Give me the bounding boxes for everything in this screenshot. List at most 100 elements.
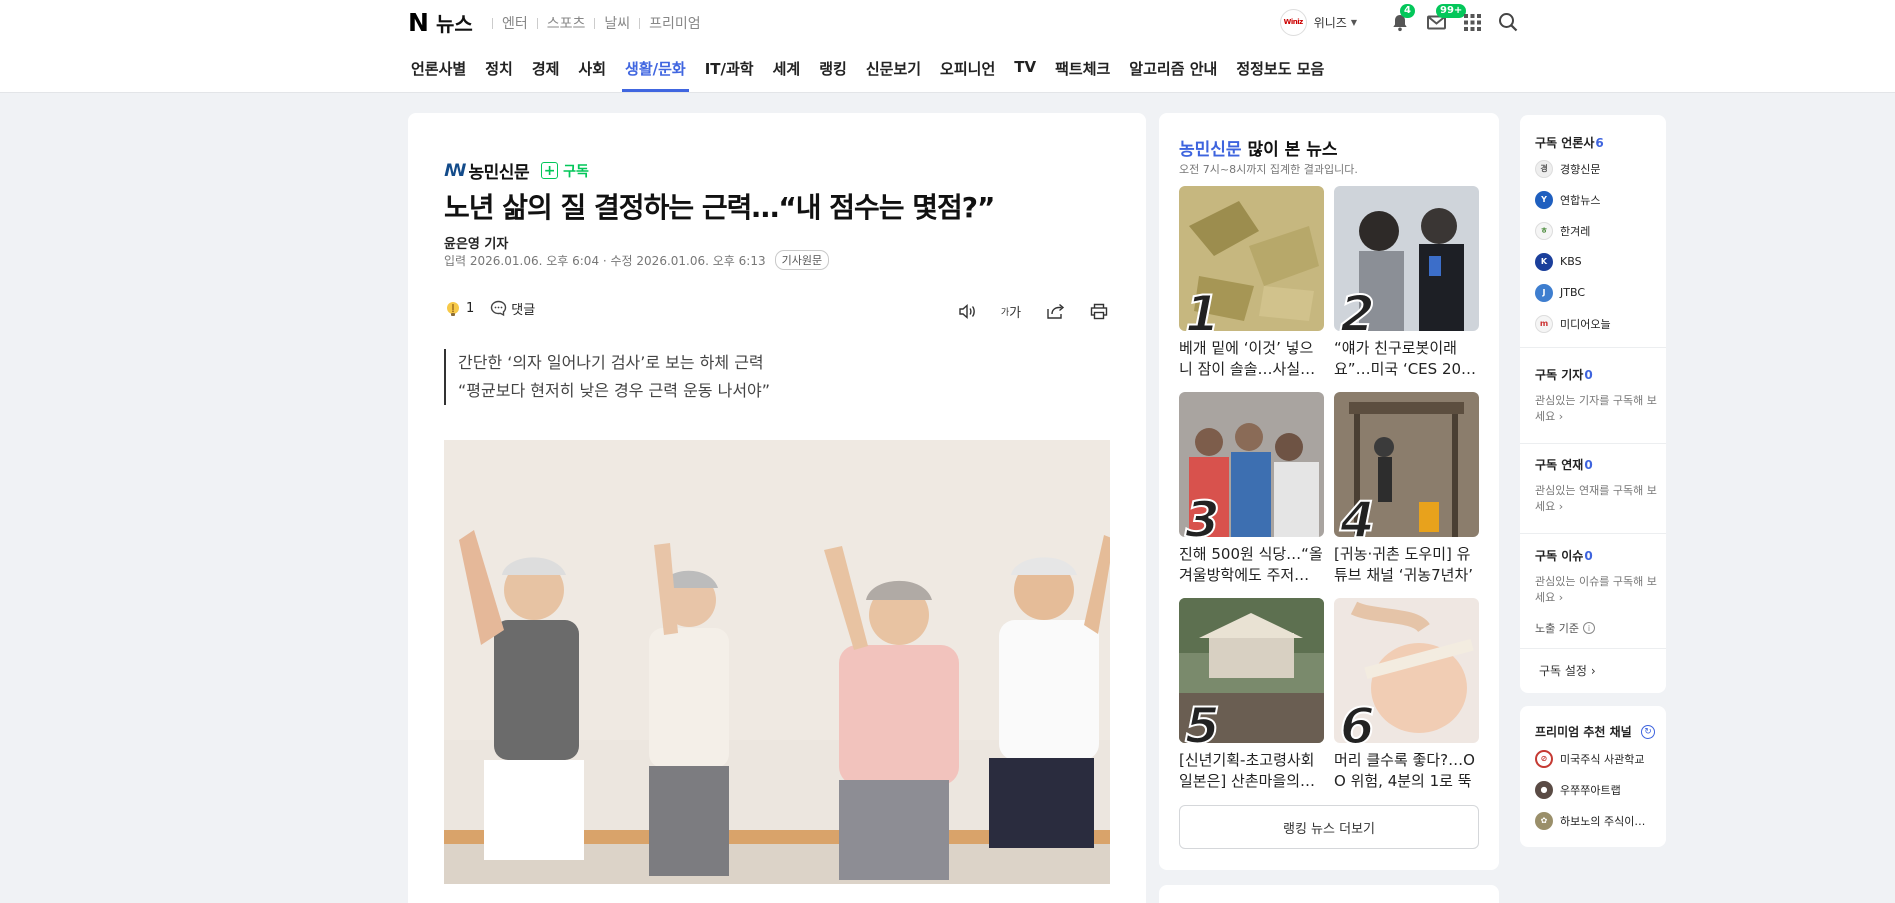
ranking-thumbnail[interactable]: 5: [1179, 598, 1324, 743]
exposure-criteria[interactable]: 노출 기준 i: [1535, 620, 1595, 636]
apps-grid-icon[interactable]: [1461, 11, 1483, 33]
premium-channel-name: 미국주식 사관학교: [1560, 752, 1645, 766]
chevron-right-icon: ›: [1590, 664, 1596, 678]
ranking-thumbnail[interactable]: 4: [1334, 392, 1479, 537]
nav-item-corrections[interactable]: 정정보도 모음: [1236, 58, 1324, 90]
premium-header: 프리미엄 추천 채널 ↻: [1535, 723, 1655, 740]
subscription-settings-label: 구독 설정: [1539, 664, 1587, 678]
article-summary: 간단한 ‘의자 일어나기 검사’로 보는 하체 근력 “평균보다 현저히 낮은 …: [444, 349, 770, 405]
chevron-right-icon: ›: [1558, 500, 1564, 513]
ranking-title: 농민신문 많이 본 뉴스: [1179, 135, 1338, 160]
article-dates: 입력 2026.01.06. 오후 6:04 · 수정 2026.01.06. …: [444, 250, 830, 270]
tts-speaker-icon[interactable]: [956, 300, 978, 322]
ranking-item[interactable]: 3 진해 500원 식당…“올 겨울방학에도 주저…: [1179, 392, 1324, 586]
divider: [639, 17, 641, 29]
reaction-button[interactable]: 1: [444, 300, 474, 318]
subscribe-label: 구독: [563, 163, 589, 180]
press-logo-icon[interactable]: ꟿ: [444, 161, 466, 181]
service-link-entertainment[interactable]: 엔터: [502, 13, 528, 33]
subscription-settings-link[interactable]: 구독 설정 ›: [1539, 662, 1596, 679]
premium-title: 프리미엄 추천 채널: [1535, 725, 1632, 739]
subscribed-issue-desc: 관심있는 이슈를 구독해 보세요 ›: [1535, 575, 1657, 604]
ranking-headline[interactable]: 진해 500원 식당…“올 겨울방학에도 주저…: [1179, 544, 1324, 586]
nav-item-society[interactable]: 사회: [578, 58, 606, 90]
nav-item-algorithm[interactable]: 알고리즘 안내: [1129, 58, 1217, 90]
ranking-thumbnail[interactable]: 1: [1179, 186, 1324, 331]
subscribed-reporter-section[interactable]: 구독 기자0 관심있는 기자를 구독해 보세요 ›: [1535, 366, 1660, 425]
nav-item-it-science[interactable]: IT/과학: [705, 58, 754, 90]
ranking-headline[interactable]: 베개 밑에 ‘이것’ 넣으니 잠이 솔솔…사실…: [1179, 338, 1324, 380]
premium-channels-card: 프리미엄 추천 채널 ↻ ⊘ 미국주식 사관학교 ● 우쭈쭈아트랩 ✿ 하보노의 주식…: [1520, 706, 1666, 847]
press-item[interactable]: ㅎ 한겨레: [1535, 215, 1660, 246]
ranking-headline[interactable]: [신년기획-초고령사회 일본은] 산촌마을의…: [1179, 750, 1324, 792]
press-item[interactable]: J JTBC: [1535, 277, 1660, 308]
press-list: 경 경향신문 Y 연합뉴스 ㅎ 한겨레 K KBS J JTBC m 미디어오늘: [1535, 153, 1660, 339]
nav-item-politics[interactable]: 정치: [485, 58, 513, 90]
press-item[interactable]: K KBS: [1535, 246, 1660, 277]
nav-item-opinion[interactable]: 오피니언: [940, 58, 995, 90]
share-icon[interactable]: [1044, 300, 1066, 322]
print-icon[interactable]: [1088, 300, 1110, 322]
bell-icon[interactable]: 4: [1389, 4, 1415, 33]
article-photo[interactable]: [444, 440, 1110, 884]
ranking-thumbnail[interactable]: 2: [1334, 186, 1479, 331]
original-article-button[interactable]: 기사원문: [774, 250, 830, 270]
refresh-icon[interactable]: ↻: [1641, 724, 1655, 739]
nav-item-newspaper[interactable]: 신문보기: [866, 58, 921, 90]
subscribed-series-header: 구독 연재0: [1535, 456, 1660, 473]
service-link-weather[interactable]: 날씨: [604, 13, 630, 33]
article-tools: 가가: [934, 300, 1110, 322]
press-logo-icon: Y: [1535, 190, 1553, 209]
mail-icon[interactable]: 99+: [1425, 4, 1467, 33]
press-item-name: 경향신문: [1560, 162, 1601, 176]
naver-news-logo[interactable]: N 뉴스: [408, 8, 473, 37]
nav-item-factcheck[interactable]: 팩트체크: [1055, 58, 1110, 90]
divider: [1520, 443, 1666, 444]
reaction-count: 1: [466, 301, 475, 316]
caret-down-icon[interactable]: ▼: [1351, 18, 1357, 27]
nav-item-world[interactable]: 세계: [773, 58, 801, 90]
nav-item-ranking[interactable]: 랭킹: [819, 58, 847, 90]
ranking-item[interactable]: 4 [귀농·귀촌 도우미] 유튜브 채널 ‘귀농7년차’: [1334, 392, 1479, 586]
premium-channel-item[interactable]: ✿ 하보노의 주식이…: [1535, 805, 1660, 836]
ranking-item[interactable]: 2 “얘가 친구로봇이래요”…미국 ‘CES 20…: [1334, 186, 1479, 380]
search-icon[interactable]: [1497, 11, 1519, 33]
press-name[interactable]: 농민신문: [469, 158, 530, 183]
press-item[interactable]: m 미디어오늘: [1535, 308, 1660, 339]
user-name[interactable]: 위니즈: [1314, 14, 1347, 31]
ranking-thumbnail[interactable]: 3: [1179, 392, 1324, 537]
nav-item-tv[interactable]: TV: [1014, 58, 1036, 90]
naver-n-logo[interactable]: N: [408, 8, 429, 37]
font-size-small-icon: 가: [1000, 307, 1010, 318]
press-item[interactable]: Y 연합뉴스: [1535, 184, 1660, 215]
service-link-premium[interactable]: 프리미엄: [649, 13, 701, 33]
subscribe-button[interactable]: + 구독: [541, 161, 589, 181]
subscribed-issue-section[interactable]: 구독 이슈0 관심있는 이슈를 구독해 보세요 ›: [1535, 547, 1660, 606]
plus-icon: +: [541, 162, 559, 179]
summary-line: “평균보다 현저히 낮은 경우 근력 운동 나서야”: [458, 381, 771, 400]
ranking-thumbnail[interactable]: 6: [1334, 598, 1479, 743]
subscribed-press-header[interactable]: 구독 언론사6: [1535, 134, 1604, 151]
user-avatar[interactable]: Winiz: [1279, 8, 1307, 36]
premium-channel-item[interactable]: ● 우쭈쭈아트랩: [1535, 774, 1660, 805]
nav-item-life-culture[interactable]: 생활/문화: [622, 58, 689, 92]
ranking-item[interactable]: 1 베개 밑에 ‘이것’ 넣으니 잠이 솔솔…사실…: [1179, 186, 1324, 380]
ranking-more-button[interactable]: 랭킹 뉴스 더보기: [1179, 805, 1479, 849]
comment-button[interactable]: 댓글: [490, 299, 535, 318]
premium-channel-item[interactable]: ⊘ 미국주식 사관학교: [1535, 743, 1660, 774]
font-size-button[interactable]: 가가: [1000, 300, 1022, 322]
ranking-item[interactable]: 6 머리 클수록 좋다?…OO 위험, 4분의 1로 뚝: [1334, 598, 1479, 792]
ranking-headline[interactable]: “얘가 친구로봇이래요”…미국 ‘CES 20…: [1334, 338, 1479, 380]
ranking-headline[interactable]: [귀농·귀촌 도우미] 유튜브 채널 ‘귀농7년차’: [1334, 544, 1479, 586]
press-logo-icon: J: [1535, 283, 1553, 302]
nav-item-press[interactable]: 언론사별: [411, 58, 466, 90]
press-item[interactable]: 경 경향신문: [1535, 153, 1660, 184]
ranking-title-text: 많이 본 뉴스: [1241, 140, 1338, 160]
ranking-headline[interactable]: 머리 클수록 좋다?…OO 위험, 4분의 1로 뚝: [1334, 750, 1479, 792]
nav-item-economy[interactable]: 경제: [532, 58, 560, 90]
news-logo-text[interactable]: 뉴스: [436, 8, 473, 37]
ranking-item[interactable]: 5 [신년기획-초고령사회 일본은] 산촌마을의…: [1179, 598, 1324, 792]
ranking-press-name[interactable]: 농민신문: [1179, 140, 1242, 160]
service-link-sports[interactable]: 스포츠: [547, 13, 586, 33]
subscribed-series-section[interactable]: 구독 연재0 관심있는 연재를 구독해 보세요 ›: [1535, 456, 1660, 515]
